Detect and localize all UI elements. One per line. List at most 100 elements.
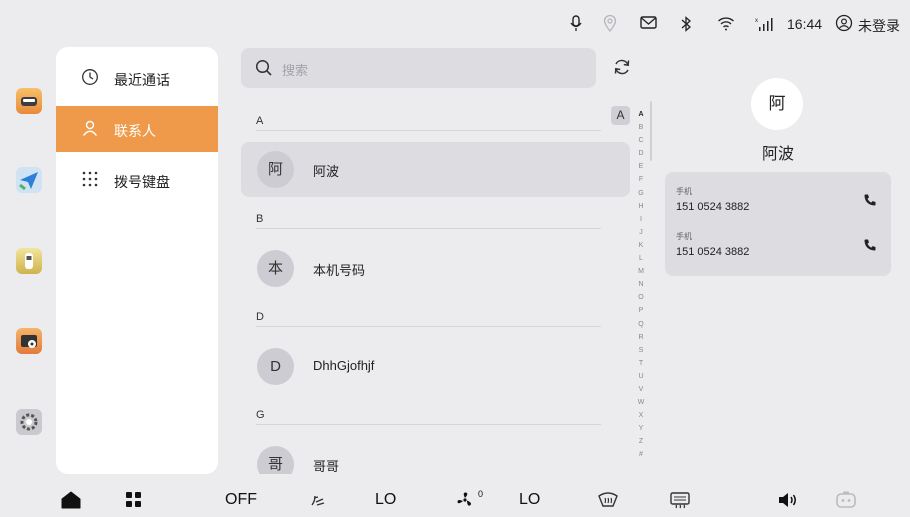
alphabet-letter[interactable]: T — [634, 357, 648, 370]
avatar: D — [257, 348, 294, 385]
alphabet-letter[interactable]: R — [634, 331, 648, 344]
phone-number: 151 0524 3882 — [676, 201, 750, 213]
contact-row[interactable]: 哥 哥哥 — [241, 437, 630, 474]
scrollbar[interactable] — [650, 101, 652, 161]
section-header: D — [256, 311, 264, 323]
call-icon[interactable] — [863, 238, 877, 252]
nav-item-label: 拨号键盘 — [114, 174, 170, 190]
alphabet-letter[interactable]: K — [634, 239, 648, 252]
contact-name: 哥哥 — [313, 459, 340, 474]
alphabet-letter[interactable]: N — [634, 278, 648, 291]
contact-row[interactable]: D DhhGjofhjf — [241, 339, 630, 394]
airflow-icon[interactable] — [309, 491, 327, 509]
nav-item-label: 联系人 — [114, 123, 156, 139]
alphabet-letter[interactable]: F — [634, 173, 648, 186]
person-icon — [81, 119, 99, 137]
nav-panel: 最近通话 联系人 拨号键盘 — [56, 47, 218, 474]
contact-row[interactable]: 本 本机号码 — [241, 241, 630, 296]
contact-name: DhhGjofhjf — [313, 358, 375, 373]
assistant-icon[interactable] — [835, 491, 857, 509]
rear-defrost-icon[interactable] — [669, 491, 691, 509]
alphabet-letter[interactable]: E — [634, 160, 648, 173]
search-icon — [255, 59, 273, 77]
section-header: B — [256, 213, 264, 225]
call-icon[interactable] — [863, 193, 877, 207]
alphabet-letter[interactable]: G — [634, 187, 648, 200]
fan-icon[interactable] — [456, 491, 476, 509]
alphabet-letter[interactable]: # — [634, 448, 648, 461]
alphabet-letter[interactable]: U — [634, 370, 648, 383]
volume-icon[interactable] — [777, 491, 799, 509]
alphabet-letter[interactable]: W — [634, 396, 648, 409]
avatar: 阿 — [257, 151, 294, 188]
contact-name: 阿波 — [313, 164, 340, 179]
svg-text:x: x — [755, 18, 758, 24]
settings-app-icon[interactable] — [16, 409, 42, 435]
bluetooth-icon[interactable] — [680, 15, 692, 33]
phone-number: 151 0524 3882 — [676, 246, 750, 258]
refresh-icon[interactable] — [612, 57, 632, 77]
section-header: G — [256, 409, 265, 421]
climate-bar: OFF LO 0 LO — [0, 480, 910, 517]
navigation-app-icon[interactable] — [16, 167, 42, 193]
apps-grid-icon[interactable] — [125, 491, 143, 509]
detail-avatar: 阿 — [751, 78, 803, 130]
alphabet-letter[interactable]: P — [634, 304, 648, 317]
section-divider — [256, 130, 601, 131]
vehicle-app-icon[interactable] — [16, 248, 42, 274]
alphabet-letter[interactable]: L — [634, 252, 648, 265]
phone-list: 手机 151 0524 3882 手机 151 0524 3882 — [665, 172, 891, 276]
front-defrost-icon[interactable] — [597, 491, 619, 509]
section-header: A — [256, 115, 264, 127]
section-divider — [256, 228, 601, 229]
alphabet-index[interactable]: A B C D E F G H I J K L M N O P Q R S T U V W X Y Z # — [634, 108, 648, 462]
right-temp[interactable]: LO — [519, 491, 540, 509]
keypad-icon — [81, 170, 99, 188]
nav-item-dialpad[interactable]: 拨号键盘 — [56, 157, 218, 203]
section-divider — [256, 424, 601, 425]
avatar: 哥 — [257, 446, 294, 474]
fan-level: 0 — [478, 489, 484, 499]
current-letter-badge: A — [611, 106, 630, 125]
nav-item-label: 最近通话 — [114, 72, 170, 88]
wifi-icon[interactable] — [717, 15, 735, 31]
car-app-icon[interactable] — [16, 88, 42, 114]
home-icon[interactable] — [61, 491, 81, 509]
phone-type: 手机 — [676, 232, 692, 241]
alphabet-letter[interactable]: X — [634, 409, 648, 422]
message-icon[interactable] — [640, 15, 657, 31]
alphabet-letter[interactable]: H — [634, 200, 648, 213]
media-app-icon[interactable] — [16, 328, 42, 354]
search-input[interactable]: 搜索 — [241, 48, 596, 88]
microphone-icon[interactable] — [570, 15, 582, 33]
contact-row[interactable]: 阿 阿波 — [241, 142, 630, 197]
alphabet-letter[interactable]: B — [634, 121, 648, 134]
contact-name: 本机号码 — [313, 263, 366, 278]
alphabet-letter[interactable]: O — [634, 291, 648, 304]
alphabet-letter[interactable]: V — [634, 383, 648, 396]
alphabet-letter[interactable]: Z — [634, 435, 648, 448]
left-temp[interactable]: LO — [375, 491, 396, 509]
alphabet-letter[interactable]: A — [634, 108, 648, 121]
phone-type: 手机 — [676, 187, 692, 196]
alphabet-letter[interactable]: I — [634, 213, 648, 226]
alphabet-letter[interactable]: S — [634, 344, 648, 357]
search-placeholder: 搜索 — [282, 63, 309, 78]
nav-item-contacts[interactable]: 联系人 — [56, 106, 218, 152]
nav-item-recent-calls[interactable]: 最近通话 — [56, 55, 218, 101]
detail-name: 阿波 — [762, 146, 795, 163]
alphabet-letter[interactable]: Y — [634, 422, 648, 435]
alphabet-letter[interactable]: J — [634, 226, 648, 239]
signal-icon: x — [754, 15, 776, 33]
ac-status[interactable]: OFF — [225, 491, 257, 509]
user-icon[interactable] — [835, 14, 853, 32]
avatar: 本 — [257, 250, 294, 287]
alphabet-letter[interactable]: M — [634, 265, 648, 278]
alphabet-letter[interactable]: C — [634, 134, 648, 147]
section-divider — [256, 326, 601, 327]
login-status[interactable]: 未登录 — [858, 16, 900, 36]
status-bar: x 16:44 未登录 — [0, 10, 910, 38]
clock-time: 16:44 — [787, 16, 823, 32]
alphabet-letter[interactable]: Q — [634, 318, 648, 331]
alphabet-letter[interactable]: D — [634, 147, 648, 160]
